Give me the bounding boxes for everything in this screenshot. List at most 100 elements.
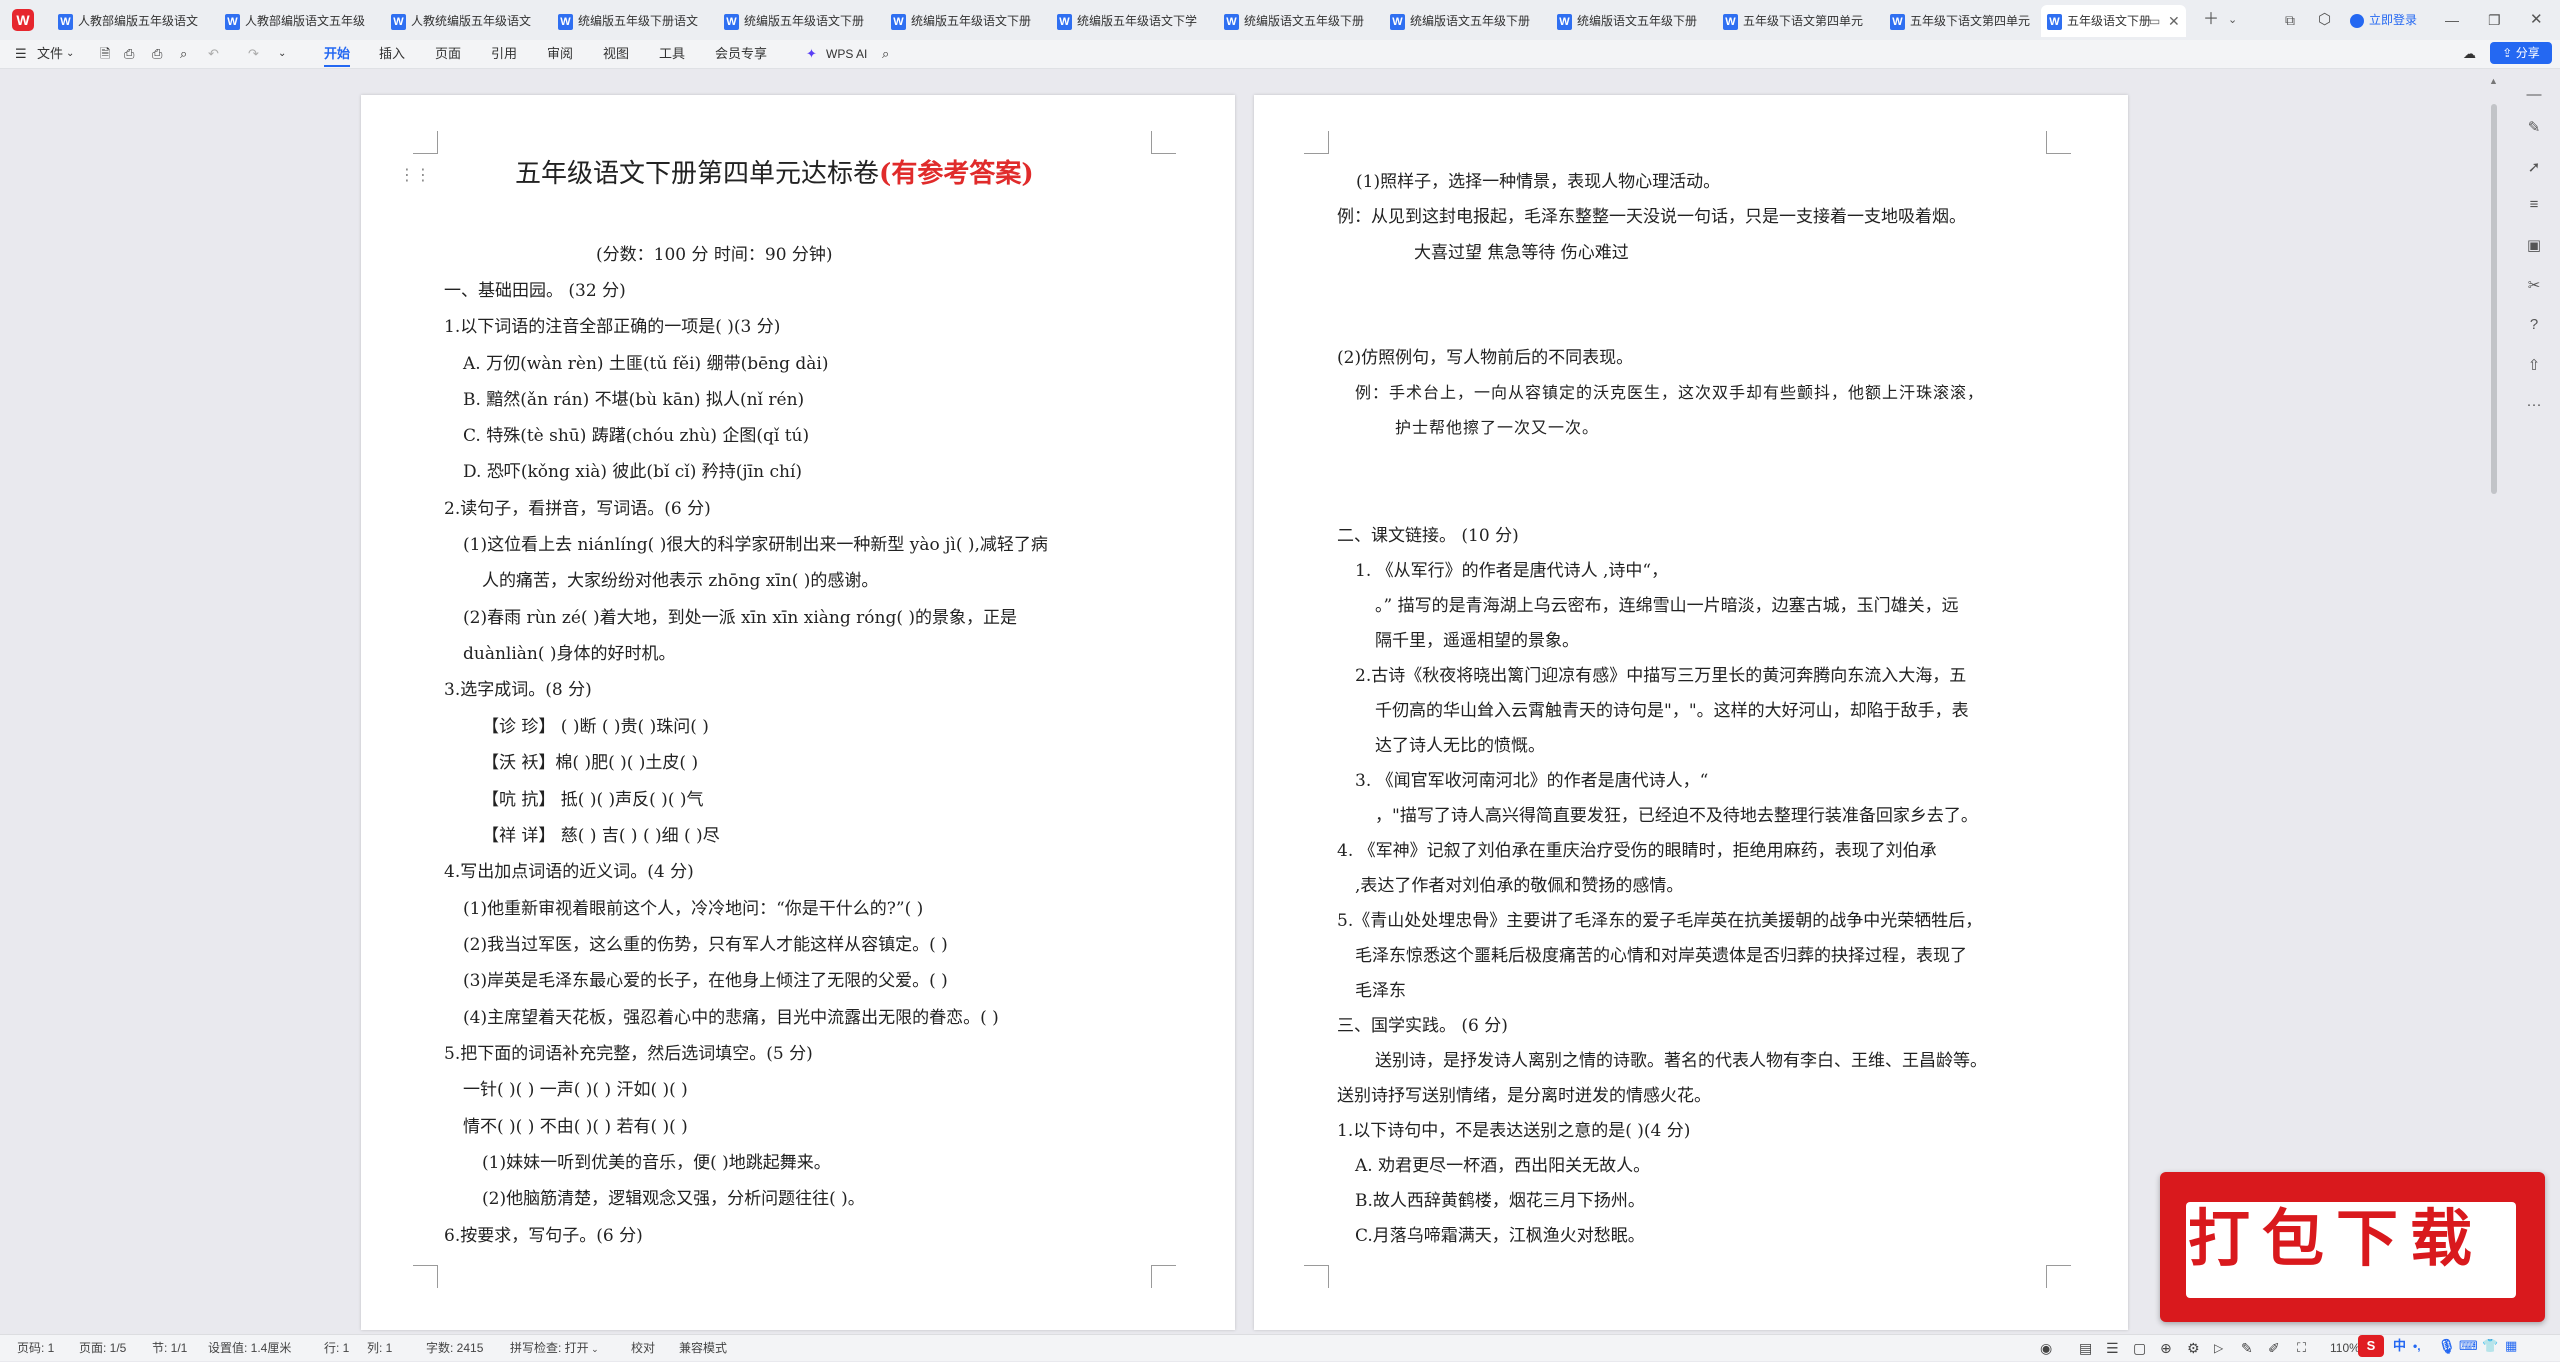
minimize-icon[interactable]: —	[2445, 8, 2459, 32]
doc-tab[interactable]: W 统编版五年级语文下册	[885, 5, 1048, 37]
status-row[interactable]: 行: 1	[324, 1335, 349, 1361]
spell-check-toggle[interactable]: 拼写检查: 打开 ⌄	[510, 1335, 599, 1362]
login-link[interactable]: 立即登录	[2369, 8, 2417, 32]
download-package-banner[interactable]: 打包下载	[2160, 1172, 2545, 1322]
fit-page-icon[interactable]: ⛶	[2297, 1335, 2306, 1361]
more-icon[interactable]: ···	[2524, 396, 2544, 413]
settings-icon[interactable]: ⚙	[2187, 1335, 2200, 1361]
tab-references[interactable]: 引用	[491, 40, 517, 68]
status-section[interactable]: 节: 1/1	[152, 1335, 187, 1361]
print-icon[interactable]: ⎙	[152, 40, 162, 68]
tab-list-chevron-icon[interactable]: ⌄	[2228, 8, 2237, 32]
document-page-1[interactable]: ⋮⋮ 五年级语文下册第四单元达标卷(有参考答案) (分数：100 分 时间：90…	[361, 95, 1235, 1330]
question: 2.读句子，看拼音，写词语。(6 分)	[444, 499, 711, 519]
paragraph-drag-handle-icon[interactable]: ⋮⋮	[399, 165, 431, 185]
play-icon[interactable]: ▷	[2214, 1335, 2223, 1361]
close-tab-icon[interactable]: ✕	[2168, 5, 2180, 37]
doc-tab[interactable]: W 统编版语文五年级下册	[1218, 5, 1381, 37]
doc-tab[interactable]: W 五年级下语文第四单元	[1717, 5, 1880, 37]
question: 4.写出加点词语的近义词。(4 分)	[444, 862, 694, 882]
status-pages[interactable]: 页面: 1/5	[79, 1335, 126, 1361]
toolbox-icon[interactable]: ▦	[2505, 1335, 2517, 1357]
collapse-icon[interactable]: —	[2524, 86, 2544, 103]
print-preview-icon[interactable]: ⌕	[180, 40, 187, 68]
tab-home[interactable]: 开始	[324, 40, 351, 68]
doc-tab[interactable]: W 统编版语文五年级下册	[1551, 5, 1714, 37]
zoom-level[interactable]: 110%	[2330, 1335, 2360, 1361]
scrollbar-thumb[interactable]	[2491, 104, 2497, 494]
question: 4. 《军神》记叙了刘伯承在重庆治疗受伤的眼睛时，拒绝用麻药，表现了刘伯承	[1337, 841, 1937, 861]
search-icon[interactable]: ⌕	[882, 40, 889, 68]
quick-access-chevron-icon[interactable]: ⌄	[278, 40, 286, 68]
redo-icon[interactable]: ↷	[248, 40, 259, 68]
outline-view-icon[interactable]: ☰	[2106, 1335, 2119, 1361]
cloud-sync-icon[interactable]: ☁	[2463, 40, 2476, 68]
export-pdf-icon[interactable]: ⎙	[124, 40, 134, 68]
option: B.故人西辞黄鹤楼，烟花三月下扬州。	[1355, 1191, 1645, 1211]
help-icon[interactable]: ?	[2524, 316, 2544, 333]
doc-line: duànliàn( )身体的好时机。	[463, 644, 676, 664]
undo-icon[interactable]: ↶	[208, 40, 219, 68]
tab-view[interactable]: 视图	[603, 40, 629, 68]
user-avatar-icon[interactable]	[2350, 8, 2364, 32]
doc-tab-active[interactable]: W 五年级语文下册 ▭ ✕	[2041, 5, 2186, 37]
wps-logo-icon[interactable]: W	[12, 9, 34, 31]
doc-tab[interactable]: W 人教统编版五年级语文	[385, 5, 548, 37]
ime-language[interactable]: 中	[2393, 1335, 2406, 1357]
microphone-icon[interactable]: 🎙	[2438, 1335, 2456, 1357]
window-mode-icon[interactable]: ⧉	[2285, 8, 2295, 32]
tab-insert[interactable]: 插入	[379, 40, 405, 68]
adjust-icon[interactable]: ≡	[2524, 196, 2544, 213]
eye-protection-icon[interactable]: ◉	[2040, 1335, 2052, 1361]
scroll-up-icon[interactable]: ▲	[2489, 76, 2498, 86]
right-side-toolbar: — ✎ ➚ ≡ ▣ ✂ ? ⇧ ···	[2508, 72, 2560, 1334]
ime-punct-icon[interactable]: •,	[2413, 1335, 2421, 1357]
tab-member[interactable]: 会员专享	[715, 40, 767, 68]
tab-page[interactable]: 页面	[435, 40, 461, 68]
wps-ai-button[interactable]: WPS AI	[826, 40, 867, 68]
close-window-icon[interactable]: ✕	[2530, 8, 2543, 32]
web-view-icon[interactable]: ⊕	[2160, 1335, 2172, 1361]
menu-hamburger-icon[interactable]: ☰	[15, 40, 27, 68]
share-doc-icon[interactable]: ⇧	[2524, 356, 2544, 374]
status-page[interactable]: 页码: 1	[17, 1335, 54, 1361]
proofread-button[interactable]: 校对	[631, 1335, 655, 1361]
ime-logo-icon[interactable]: S	[2358, 1335, 2384, 1357]
pen-icon[interactable]: ✎	[2524, 118, 2544, 136]
save-icon[interactable]: 🗎	[100, 40, 110, 68]
doc-line: 毛泽东惊悉这个噩耗后极度痛苦的心情和对岸英遗体是否归葬的抉择过程，表现了	[1355, 946, 1967, 966]
file-menu[interactable]: 文件	[37, 40, 63, 68]
status-word-count[interactable]: 字数: 2415	[426, 1335, 483, 1361]
doc-line: (4)主席望着天花板，强忍着心中的悲痛，目光中流露出无限的眷恋。( )	[463, 1008, 999, 1028]
cube-icon[interactable]: ⬡	[2318, 8, 2331, 32]
image-icon[interactable]: ▣	[2524, 236, 2544, 254]
file-chevron-icon[interactable]: ⌄	[66, 40, 74, 68]
tab-review[interactable]: 审阅	[547, 40, 573, 68]
select-cursor-icon[interactable]: ➚	[2524, 158, 2544, 176]
keyboard-icon[interactable]: ⌨	[2459, 1335, 2478, 1357]
tools-icon[interactable]: ✂	[2524, 276, 2544, 294]
doc-tab[interactable]: W 统编版五年级语文下学	[1051, 5, 1214, 37]
brush-icon[interactable]: ✐	[2268, 1335, 2280, 1361]
document-page-2[interactable]: (1)照样子，选择一种情景，表现人物心理活动。 例：从见到这封电报起，毛泽东整整…	[1254, 95, 2128, 1330]
new-tab-icon[interactable]: ＋	[2203, 8, 2219, 32]
doc-tab[interactable]: W 五年级下语文第四单元	[1884, 5, 2047, 37]
doc-line: ,表达了作者对刘伯承的敬佩和赞扬的感情。	[1355, 876, 1684, 896]
word-doc-icon: W	[891, 13, 906, 30]
doc-tab[interactable]: W 人教部编版语文五年级	[219, 5, 382, 37]
doc-tab[interactable]: W 统编版语文五年级下册	[1384, 5, 1547, 37]
restore-icon[interactable]: ❐	[2488, 8, 2501, 32]
status-setting[interactable]: 设置值: 1.4厘米	[208, 1335, 291, 1361]
option: B. 黯然(ǎn rán) 不堪(bù kān) 拟人(nǐ rén)	[463, 390, 805, 410]
tab-tools[interactable]: 工具	[659, 40, 685, 68]
skin-icon[interactable]: 👕	[2482, 1335, 2498, 1357]
pen-annotate-icon[interactable]: ✎	[2241, 1335, 2253, 1361]
doc-tab[interactable]: W 统编版五年级语文下册	[718, 5, 881, 37]
crop-mark	[1304, 131, 1329, 154]
page-view-icon[interactable]: ▤	[2079, 1335, 2092, 1361]
doc-tab[interactable]: W 统编版五年级下册语文	[552, 5, 715, 37]
share-button[interactable]: ⇪ 分享	[2490, 42, 2552, 64]
status-col[interactable]: 列: 1	[367, 1335, 392, 1361]
full-screen-icon[interactable]: ▢	[2133, 1335, 2146, 1361]
doc-tab[interactable]: W 人教部编版五年级语文	[52, 5, 215, 37]
